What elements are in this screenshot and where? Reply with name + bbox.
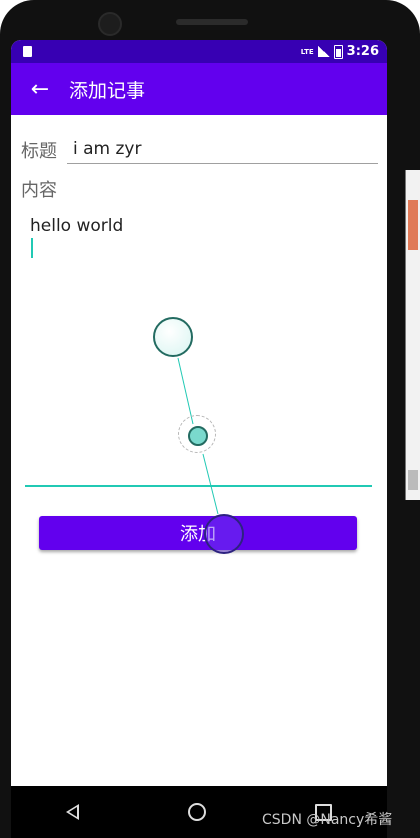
circle-home-icon[interactable]: [187, 803, 206, 821]
selection-handle-lines: [177, 357, 219, 515]
front-camera: [98, 12, 122, 36]
watermark-text: CSDN @Nancy希酱: [262, 812, 393, 828]
touch-indicator: [204, 514, 244, 554]
triangle-back-icon[interactable]: [65, 804, 79, 820]
handle-line-lower: [202, 453, 219, 515]
background-window-mark: [408, 470, 418, 490]
selection-handle-middle[interactable]: [188, 426, 208, 446]
device-screen: LTE 3:26 ← 添加记事 标题 内容 hello world: [11, 40, 387, 786]
background-window-accent: [408, 200, 418, 250]
background-window-edge: [405, 170, 420, 500]
add-button[interactable]: 添加: [39, 516, 357, 550]
handle-line-upper: [177, 357, 194, 425]
selection-handle-top[interactable]: [153, 317, 193, 357]
phone-frame: LTE 3:26 ← 添加记事 标题 内容 hello world: [0, 0, 420, 838]
earpiece-speaker: [176, 19, 248, 25]
